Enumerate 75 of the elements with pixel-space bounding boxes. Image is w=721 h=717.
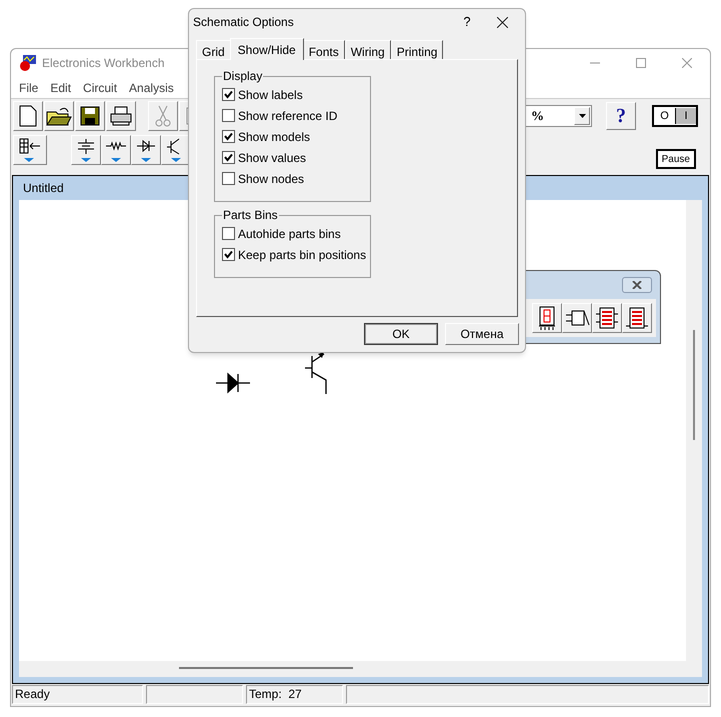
- checkbox[interactable]: [222, 172, 235, 185]
- maximize-icon: [636, 58, 646, 68]
- menu-item[interactable]: Circuit: [77, 78, 124, 96]
- app-logo-icon: [19, 54, 37, 72]
- display-part-button[interactable]: [532, 303, 562, 333]
- tab[interactable]: Fonts: [302, 40, 345, 59]
- vertical-scrollbar-thumb[interactable]: [693, 330, 695, 440]
- checkbox[interactable]: [222, 151, 235, 164]
- sources-icon: [75, 137, 97, 163]
- check-icon: [224, 250, 233, 259]
- status-pane: Ready: [12, 685, 143, 704]
- dialog-button[interactable]: Отмена: [445, 323, 519, 345]
- diode-button[interactable]: [131, 135, 161, 165]
- printer-icon: [109, 106, 133, 126]
- checkbox-option[interactable]: Show labels: [222, 84, 370, 105]
- menu-item[interactable]: Analysis: [123, 78, 180, 96]
- check-icon: [224, 132, 233, 141]
- close-icon: [682, 58, 692, 68]
- save-button[interactable]: [75, 101, 105, 131]
- tab[interactable]: Wiring: [344, 40, 391, 59]
- checkbox-option[interactable]: Show values: [222, 147, 370, 168]
- switch-part-button[interactable]: [562, 303, 592, 333]
- power-switch[interactable]: O I: [652, 105, 698, 127]
- open-button[interactable]: [44, 101, 74, 131]
- page-icon: [19, 105, 37, 127]
- group-title: Display: [222, 68, 264, 84]
- print-button[interactable]: [106, 101, 136, 131]
- folder-icon: [46, 106, 72, 126]
- tab[interactable]: Grid: [196, 40, 231, 59]
- dropdown-button[interactable]: [574, 107, 590, 125]
- chip-part-button[interactable]: [592, 303, 622, 333]
- close-icon: [496, 16, 508, 28]
- checkbox-option[interactable]: Show models: [222, 126, 370, 147]
- checkbox-option[interactable]: Autohide parts bins: [222, 223, 370, 244]
- horizontal-scrollbar-thumb[interactable]: [179, 667, 353, 669]
- resistor-button[interactable]: [101, 135, 131, 165]
- checkbox-option[interactable]: Show nodes: [222, 168, 370, 189]
- checkbox[interactable]: [222, 88, 235, 101]
- tab[interactable]: Printing: [390, 40, 444, 59]
- grid-arrow-icon: [18, 137, 42, 163]
- diode-symbol: [216, 372, 250, 394]
- sources-button[interactable]: [71, 135, 101, 165]
- checkbox-option[interactable]: Keep parts bin positions: [222, 244, 370, 265]
- dialog-button[interactable]: OK: [364, 323, 438, 345]
- close-icon: [632, 281, 642, 289]
- pause-button[interactable]: Pause: [656, 149, 696, 169]
- cut-button[interactable]: [148, 101, 178, 131]
- menu-item[interactable]: File: [13, 78, 44, 96]
- checkbox-option[interactable]: Show reference ID: [222, 105, 370, 126]
- check-icon: [224, 90, 233, 99]
- checkbox[interactable]: [222, 248, 235, 261]
- checkbox[interactable]: [222, 109, 235, 122]
- check-icon: [224, 153, 233, 162]
- new-file-button[interactable]: [13, 101, 43, 131]
- seven-segment-icon: [538, 306, 556, 330]
- checkbox[interactable]: [222, 227, 235, 240]
- help-button[interactable]: ?: [606, 102, 636, 130]
- chip-icon: [595, 306, 619, 330]
- help-button[interactable]: ?: [455, 12, 479, 32]
- window-title: Electronics Workbench: [42, 55, 164, 72]
- chip-part-button[interactable]: [622, 303, 652, 333]
- diode-icon: [135, 137, 157, 163]
- circuit-window-title: Untitled: [23, 180, 64, 197]
- parts-bin-button[interactable]: [13, 135, 47, 165]
- box-lever-icon: [564, 308, 590, 328]
- transistor-button[interactable]: [161, 135, 191, 165]
- checkbox[interactable]: [222, 130, 235, 143]
- status-pane: Temp: 27: [246, 685, 343, 704]
- menu-item[interactable]: Edit: [44, 78, 78, 96]
- tab[interactable]: Show/Hide: [230, 38, 304, 60]
- dialog-title: Schematic Options: [193, 14, 294, 31]
- caret-icon: [578, 114, 586, 118]
- scissors-icon: [155, 105, 171, 127]
- close-button[interactable]: [622, 277, 652, 293]
- chip-icon: [625, 306, 649, 330]
